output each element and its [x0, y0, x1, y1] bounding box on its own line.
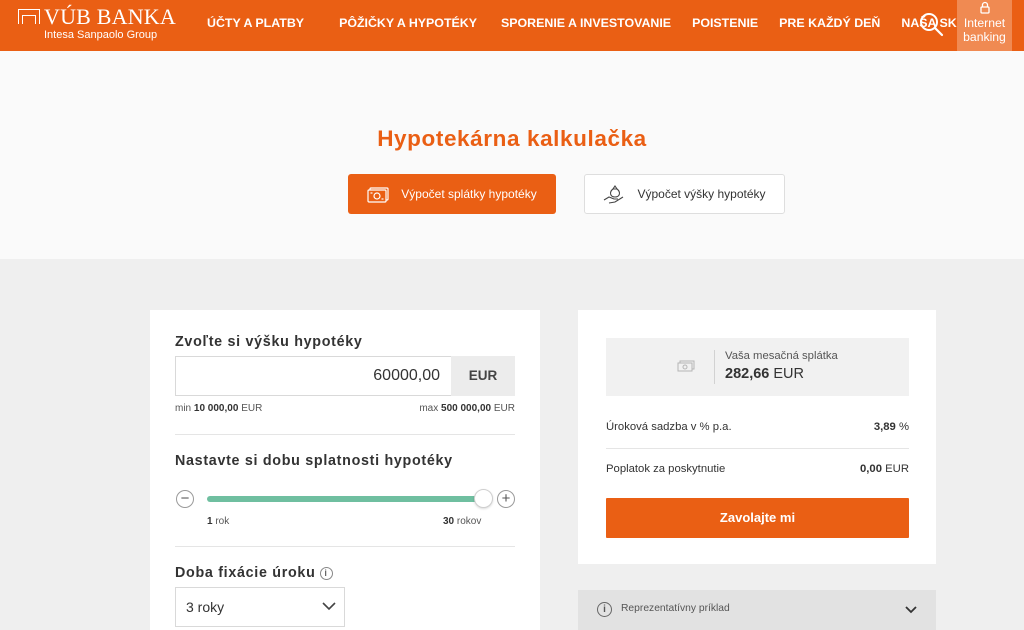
term-plus-button[interactable]: +: [497, 490, 515, 508]
search-icon[interactable]: [918, 11, 944, 37]
fixation-label-row: Doba fixácie úroku i: [175, 565, 333, 581]
tab-vypocet-vysky-label: Výpočet výšky hypotéky: [637, 187, 766, 201]
interest-rate-value: 3,89 %: [874, 421, 909, 433]
nav-item-sporenie[interactable]: SPORENIE A INVESTOVANIE: [501, 15, 671, 31]
max-unit: EUR: [493, 403, 515, 414]
fee-row: Poplatok za poskytnutie 0,00 EUR: [606, 463, 909, 475]
min-amount: min 10 000,00 EUR: [175, 403, 262, 414]
call-me-button[interactable]: Zavolajte mi: [606, 498, 909, 538]
nav-item-pre-kazdy-den[interactable]: PRE KAŽDÝ DEŇ: [779, 15, 880, 31]
interest-rate-row: Úroková sadzba v % p.a. 3,89 %: [606, 421, 909, 433]
monthly-payment-box: Vaša mesačná splátka 282,66 EUR: [606, 338, 909, 396]
fixation-label: Doba fixácie úroku: [175, 565, 316, 581]
term-max-num: 30: [443, 516, 455, 527]
divider: [714, 350, 715, 384]
term-min-unit: rok: [215, 516, 230, 527]
fee-value: 0,00 EUR: [860, 463, 909, 475]
money-bag-hand-icon: [604, 185, 624, 204]
term-label: Nastavte si dobu splatnosti hypotéky: [175, 453, 453, 469]
term-minus-button[interactable]: −: [176, 490, 194, 508]
logo-mark-icon: [18, 8, 40, 24]
nav-item-ucty[interactable]: ÚČTY A PLATBY: [207, 15, 304, 31]
max-value: 500 000,00: [441, 403, 492, 414]
tab-vypocet-splatky-label: Výpočet splátky hypotéky: [401, 187, 537, 201]
divider: [175, 434, 515, 435]
min-value: 10 000,00: [193, 403, 239, 414]
page-title: Hypotekárna kalkulačka: [377, 126, 647, 151]
monthly-payment-unit: EUR: [773, 366, 805, 382]
top-header: VÚB BANKA Intesa Sanpaolo Group ÚČTY A P…: [0, 0, 1024, 51]
nav-item-poistenie[interactable]: POISTENIE: [692, 15, 758, 31]
info-icon: i: [597, 602, 612, 617]
monthly-payment-value: 282,66 EUR: [725, 366, 804, 382]
currency-addon: EUR: [451, 356, 515, 396]
term-max-unit: rokov: [456, 516, 482, 527]
monthly-payment-label: Vaša mesačná splátka: [725, 350, 838, 362]
representative-example-accordion[interactable]: i Reprezentatívny príklad: [578, 590, 936, 630]
fixation-select[interactable]: 3 roky: [175, 587, 345, 627]
money-icon: [367, 187, 389, 203]
main-nav: ÚČTY A PLATBY PÔŽIČKY A HYPOTÉKY SPORENI…: [207, 15, 995, 31]
result-card: Vaša mesačná splátka 282,66 EUR Úroková …: [578, 310, 936, 564]
internet-banking-label: Internet: [963, 16, 1006, 30]
logo-subtitle: Intesa Sanpaolo Group: [44, 29, 158, 41]
tab-vypocet-vysky[interactable]: Výpočet výšky hypotéky: [584, 174, 785, 214]
term-min-num: 1: [207, 516, 213, 527]
term-min: 1 rok: [207, 516, 229, 527]
chevron-down-icon: [322, 602, 336, 611]
monthly-payment-amount: 282,66: [725, 366, 770, 382]
internet-banking-label-2: banking: [963, 30, 1006, 44]
fee-unit: EUR: [885, 463, 909, 475]
info-icon[interactable]: i: [319, 567, 333, 580]
interest-rate-label: Úroková sadzba v % p.a.: [606, 421, 732, 433]
calculator-card: Zvoľte si výšku hypotéky 60000,00 EUR mi…: [150, 310, 540, 630]
amount-label: Zvoľte si výšku hypotéky: [175, 334, 363, 350]
representative-example-label: Reprezentatívny príklad: [621, 603, 730, 614]
term-slider-handle[interactable]: [473, 489, 493, 508]
logo-name: VÚB BANKA: [44, 4, 176, 29]
internet-banking-button[interactable]: Internet banking: [957, 0, 1012, 51]
vub-logo[interactable]: VÚB BANKA Intesa Sanpaolo Group: [18, 6, 176, 41]
fee-number: 0,00: [860, 463, 882, 475]
lock-icon: [979, 1, 990, 14]
min-unit: EUR: [241, 403, 263, 414]
max-prefix: max: [419, 403, 439, 414]
term-max: 30 rokov: [443, 516, 481, 527]
nav-item-pozicky[interactable]: PÔŽIČKY A HYPOTÉKY: [339, 15, 477, 31]
banknote-icon: [677, 360, 695, 372]
interest-rate-number: 3,89: [873, 421, 896, 433]
interest-rate-unit: %: [898, 421, 909, 433]
fee-label: Poplatok za poskytnutie: [606, 463, 726, 475]
term-slider-track[interactable]: [207, 496, 483, 502]
amount-input[interactable]: 60000,00: [175, 356, 451, 396]
divider: [606, 448, 909, 449]
max-amount: max 500 000,00 EUR: [419, 403, 515, 414]
hero-section: Hypotekárna kalkulačka Výpočet splátky h…: [0, 51, 1024, 259]
tab-vypocet-splatky[interactable]: Výpočet splátky hypotéky: [348, 174, 556, 214]
divider: [175, 546, 515, 547]
chevron-down-icon: [905, 606, 917, 614]
fixation-value: 3 roky: [186, 599, 225, 615]
min-prefix: min: [175, 403, 192, 414]
